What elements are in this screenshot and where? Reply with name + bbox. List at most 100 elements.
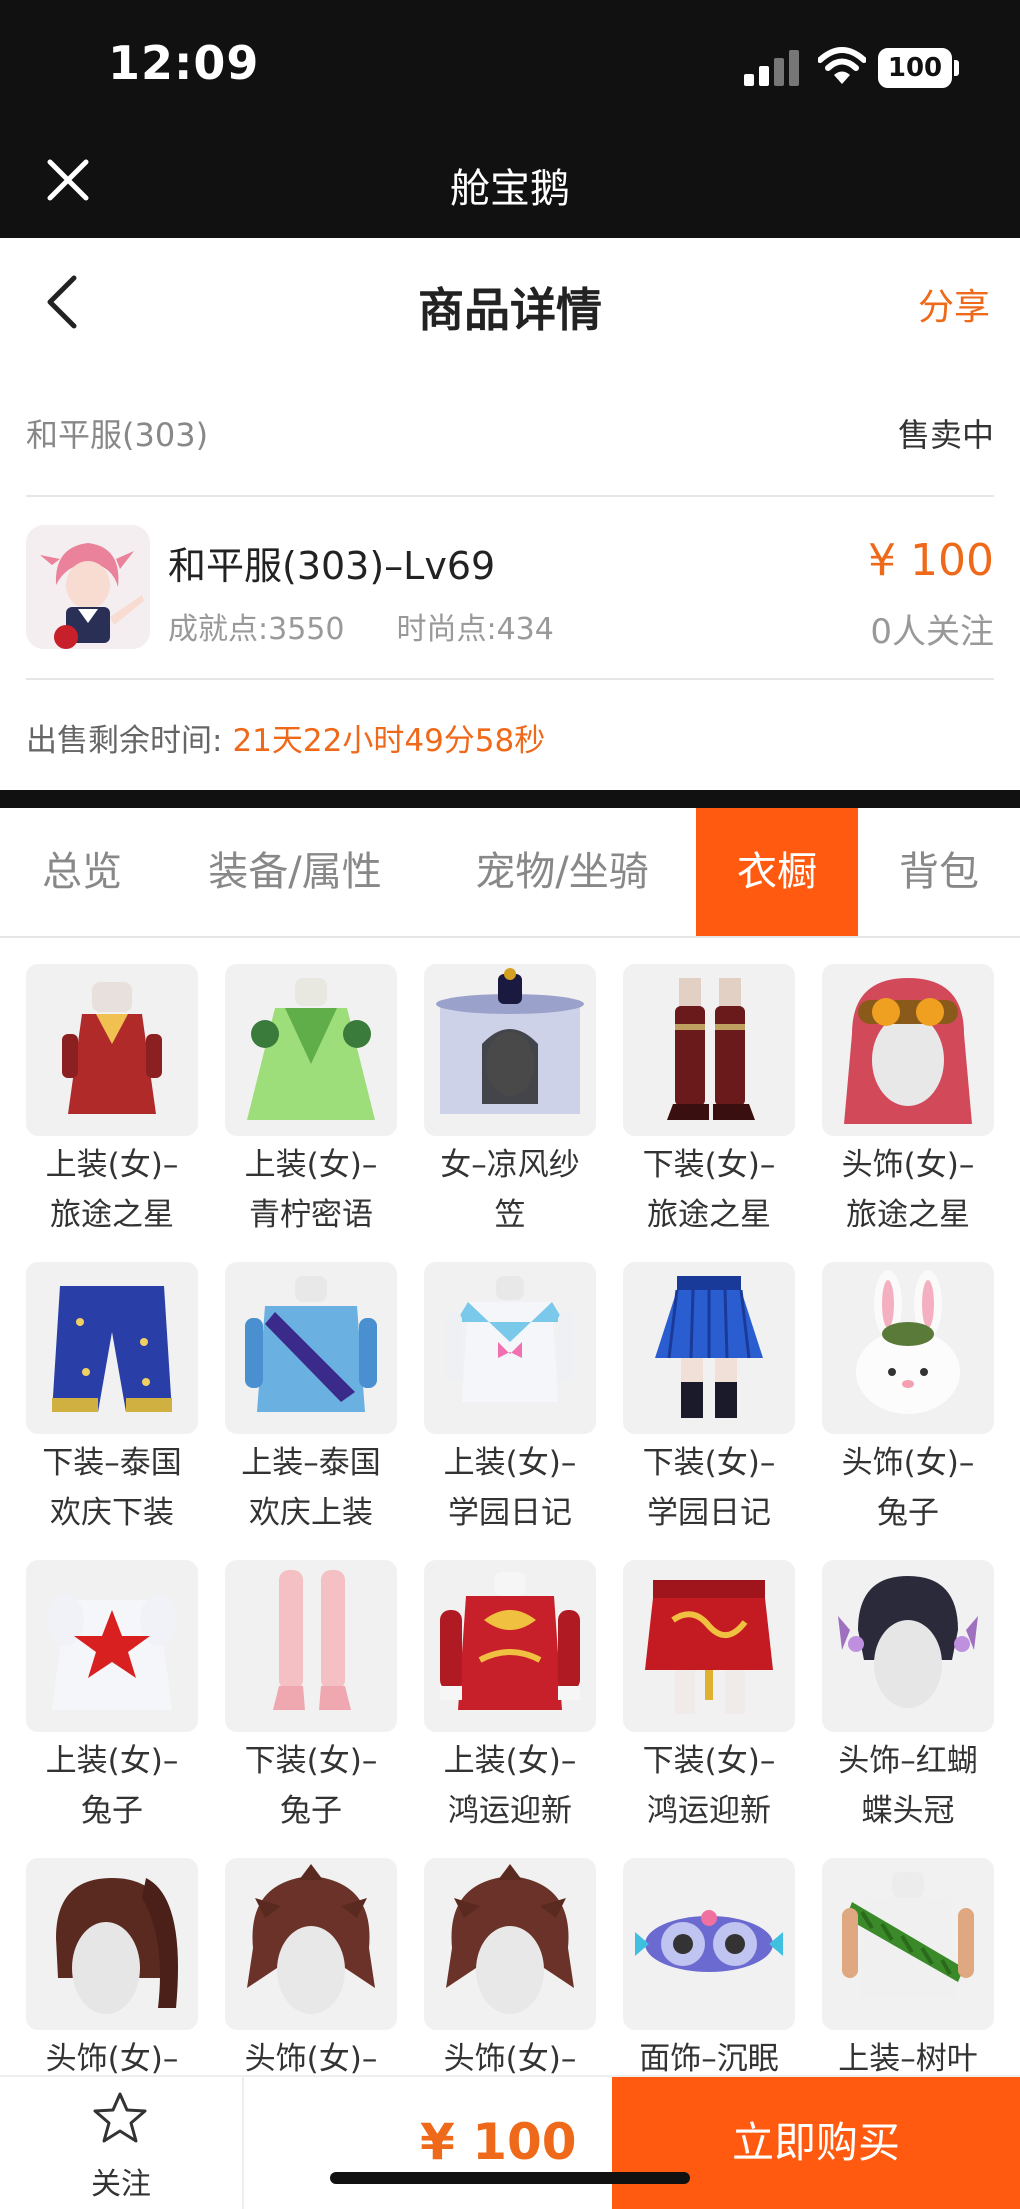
wardrobe-item[interactable]: 上装(女)– 旅途之星: [26, 964, 198, 1262]
sailor-top-icon: [424, 1262, 596, 1434]
item-name: 和平服(303)–Lv69: [168, 544, 496, 588]
fashion-points: 时尚点:434: [396, 612, 554, 647]
wardrobe-item[interactable]: 上装(女)– 学园日记: [424, 1262, 596, 1560]
tab-wardrobe[interactable]: 衣橱: [696, 808, 858, 936]
wardrobe-item-label: 下装(女)– 旅途之星: [611, 1140, 807, 1240]
tab-bar: 总览 装备/属性 宠物/坐骑 衣橱 背包: [0, 808, 1020, 938]
wardrobe-item[interactable]: 下装–泰国欢庆下装: [26, 1262, 198, 1560]
nav-bar: 商品详情 分享: [0, 238, 1020, 368]
boots-icon: [623, 964, 795, 1136]
wardrobe-item-label: 下装–泰国欢庆下装: [14, 1438, 210, 1538]
character-avatar: [26, 525, 150, 649]
wardrobe-item[interactable]: 下装(女)– 学园日记: [623, 1262, 795, 1560]
leaf-top-icon: [822, 1858, 994, 2030]
achievement-points: 成就点:3550: [168, 612, 345, 647]
blue-pants-icon: [26, 1262, 198, 1434]
green-gown-icon: [225, 964, 397, 1136]
messy-hair-icon: [225, 1858, 397, 2030]
wardrobe-item-label-line2: 旅途之星: [846, 1197, 970, 1233]
wardrobe-item-label: 上装(女)– 旅途之星: [14, 1140, 210, 1240]
sale-status: 售卖中: [897, 416, 994, 454]
wardrobe-item-label: 下装(女)– 兔子: [213, 1736, 409, 1836]
wardrobe-item-label-line1: 上装(女)–: [45, 1743, 179, 1779]
wardrobe-item-label-line2: 兔子: [81, 1793, 143, 1829]
wardrobe-item-label-line2: 笠: [494, 1197, 526, 1233]
sleep-mask-icon: [623, 1858, 795, 2030]
star-onesie-icon: [26, 1560, 198, 1732]
share-button[interactable]: 分享: [918, 278, 990, 330]
wardrobe-item-label-line2: 旅途之星: [50, 1197, 174, 1233]
tab-equipment[interactable]: 装备/属性: [182, 808, 408, 936]
follower-count: 0人关注: [870, 612, 994, 652]
wardrobe-item-label-line1: 上装(女)–: [443, 1445, 577, 1481]
wardrobe-item-label-line1: 上装(女)–: [244, 1147, 378, 1183]
wardrobe-item-label-line1: 头饰(女)–: [841, 1147, 975, 1183]
wardrobe-item[interactable]: 下装(女)– 鸿运迎新: [623, 1560, 795, 1858]
veil-hat-icon: [424, 964, 596, 1136]
remaining-time: 出售剩余时间: 21天22小时49分58秒: [26, 715, 545, 760]
messy-hair-icon: [424, 1858, 596, 2030]
battery-icon: 100: [878, 48, 952, 88]
item-stats: 成就点:3550 时尚点:434: [168, 604, 554, 648]
ponytail-hair-icon: [26, 1858, 198, 2030]
wifi-icon: [818, 47, 866, 84]
wardrobe-item-label-line1: 下装–泰国: [42, 1445, 182, 1481]
wardrobe-item-label-line2: 学园日记: [647, 1495, 771, 1531]
wardrobe-item[interactable]: 下装(女)– 兔子: [225, 1560, 397, 1858]
divider: [26, 495, 994, 497]
wardrobe-item-label-line1: 下装(女)–: [642, 1743, 776, 1779]
goggles-hair-icon: [822, 964, 994, 1136]
server-row: 和平服(303) 售卖中: [26, 410, 994, 456]
wardrobe-item-label-line2: 学园日记: [448, 1495, 572, 1531]
item-price: ¥ 100: [868, 535, 994, 586]
remaining-time-label: 出售剩余时间:: [26, 723, 223, 759]
star-icon: [93, 2092, 147, 2143]
server-name: 和平服(303): [26, 416, 209, 454]
wardrobe-item-label-line1: 上装–泰国: [241, 1445, 381, 1481]
wardrobe-item[interactable]: 上装(女)– 鸿运迎新: [424, 1560, 596, 1858]
page-title: 商品详情: [418, 283, 602, 337]
wardrobe-item-label-line1: 上装(女)–: [443, 1743, 577, 1779]
status-bar: 12:09 100: [0, 0, 1020, 130]
wardrobe-item-label-line1: 女–凉风纱: [440, 1147, 580, 1183]
wardrobe-item-label-line1: 上装(女)–: [45, 1147, 179, 1183]
tab-overview[interactable]: 总览: [0, 808, 164, 936]
wardrobe-item-label: 头饰(女)– 旅途之星: [810, 1140, 1006, 1240]
footer-price: ¥ 100: [420, 2113, 577, 2171]
section-separator: [0, 790, 1020, 808]
wardrobe-item-label-line1: 头饰(女)–: [841, 1445, 975, 1481]
wardrobe-item[interactable]: 上装–泰国 欢庆上装: [225, 1262, 397, 1560]
wardrobe-item[interactable]: 女–凉风纱笠: [424, 964, 596, 1262]
wardrobe-item-label-line2: 欢庆下装: [50, 1495, 174, 1531]
wardrobe-item-label-line1: 下装(女)–: [244, 1743, 378, 1779]
follow-button[interactable]: 关注: [0, 2077, 244, 2209]
wardrobe-item-label: 下装(女)– 学园日记: [611, 1438, 807, 1538]
blue-top-icon: [225, 1262, 397, 1434]
wardrobe-item-label: 上装(女)– 学园日记: [412, 1438, 608, 1538]
wardrobe-item-label: 下装(女)– 鸿运迎新: [611, 1736, 807, 1836]
wardrobe-item[interactable]: 头饰(女)– 兔子: [822, 1262, 994, 1560]
bunny-hat-icon: [822, 1262, 994, 1434]
divider: [26, 678, 994, 680]
wardrobe-item[interactable]: 上装(女)– 兔子: [26, 1560, 198, 1858]
buy-now-button[interactable]: 立即购买: [612, 2077, 1020, 2209]
follow-label: 关注: [91, 2167, 151, 2202]
pink-stockings-icon: [225, 1560, 397, 1732]
wardrobe-item-label: 女–凉风纱笠: [412, 1140, 608, 1240]
tab-bag[interactable]: 背包: [872, 808, 1006, 936]
wardrobe-item-label-line2: 鸿运迎新: [647, 1793, 771, 1829]
wardrobe-item-label-line1: 下装(女)–: [642, 1147, 776, 1183]
remaining-time-value: 21天22小时49分58秒: [232, 723, 546, 759]
butterfly-crown-icon: [822, 1560, 994, 1732]
red-skirt-icon: [623, 1560, 795, 1732]
battery-tip: [954, 60, 959, 76]
wardrobe-item[interactable]: 头饰–红蝴 蝶头冠: [822, 1560, 994, 1858]
wardrobe-item-label: 上装–泰国 欢庆上装: [213, 1438, 409, 1538]
app-title: 舱宝鹅: [450, 166, 570, 212]
wardrobe-item-label: 头饰(女)– 兔子: [810, 1438, 1006, 1538]
wardrobe-item[interactable]: 下装(女)– 旅途之星: [623, 964, 795, 1262]
wardrobe-item[interactable]: 头饰(女)– 旅途之星: [822, 964, 994, 1262]
red-dress-icon: [26, 964, 198, 1136]
tab-pets[interactable]: 宠物/坐骑: [444, 808, 680, 936]
wardrobe-item[interactable]: 上装(女)– 青柠密语: [225, 964, 397, 1262]
